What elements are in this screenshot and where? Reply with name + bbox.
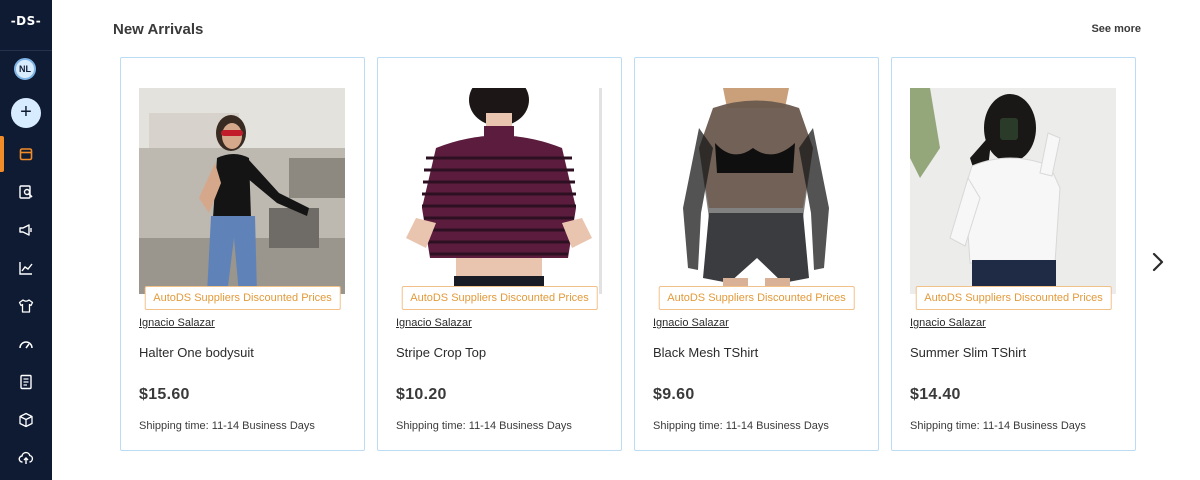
product-image[interactable] (653, 88, 859, 294)
nav-item-inventory[interactable] (0, 402, 52, 438)
search-product-icon (19, 185, 33, 199)
nav-item-orders[interactable] (0, 364, 52, 400)
product-image[interactable] (396, 88, 602, 294)
supplier-link[interactable]: Ignacio Salazar (396, 317, 472, 329)
shirt-icon (18, 299, 34, 313)
discount-badge: AutoDS Suppliers Discounted Prices (915, 286, 1112, 310)
product-name[interactable]: Summer Slim TShirt (910, 345, 1026, 360)
section-title: New Arrivals (113, 21, 204, 38)
document-icon (20, 374, 32, 390)
product-card[interactable]: AutoDS Suppliers Discounted Prices Ignac… (891, 57, 1136, 451)
nav-item-products[interactable] (0, 288, 52, 324)
supplier-link[interactable]: Ignacio Salazar (910, 317, 986, 329)
nav-item-upload[interactable] (0, 440, 52, 476)
store-icon (19, 148, 33, 161)
product-price: $9.60 (653, 386, 695, 403)
product-card[interactable]: AutoDS Suppliers Discounted Prices Ignac… (377, 57, 622, 451)
megaphone-icon (19, 224, 32, 236)
chevron-right-icon (1152, 252, 1164, 272)
discount-badge: AutoDS Suppliers Discounted Prices (401, 286, 598, 310)
discount-badge: AutoDS Suppliers Discounted Prices (144, 286, 341, 310)
product-price: $15.60 (139, 386, 190, 403)
see-more-link[interactable]: See more (1091, 23, 1141, 35)
product-image[interactable] (139, 88, 345, 294)
nav-item-analytics[interactable] (0, 250, 52, 286)
supplier-link[interactable]: Ignacio Salazar (139, 317, 215, 329)
package-icon (19, 412, 33, 428)
nav-item-store[interactable] (0, 136, 52, 172)
discount-badge: AutoDS Suppliers Discounted Prices (658, 286, 855, 310)
carousel-next-button[interactable] (1148, 250, 1168, 274)
product-name[interactable]: Stripe Crop Top (396, 345, 486, 360)
speedometer-icon (19, 341, 33, 349)
nav-item-product-search[interactable] (0, 174, 52, 210)
chart-line-icon (19, 262, 33, 275)
product-card[interactable]: AutoDS Suppliers Discounted Prices Ignac… (120, 57, 365, 451)
cloud-upload-icon (18, 451, 34, 464)
supplier-link[interactable]: Ignacio Salazar (653, 317, 729, 329)
sidebar: -DS- NL + (0, 0, 52, 480)
shipping-time: Shipping time: 11-14 Business Days (139, 420, 315, 432)
product-price: $14.40 (910, 386, 961, 403)
nav-item-marketing[interactable] (0, 212, 52, 248)
avatar[interactable]: NL (14, 58, 36, 80)
nav-item-dashboard[interactable] (0, 326, 52, 362)
add-button[interactable]: + (11, 98, 41, 128)
sidebar-divider (0, 50, 52, 51)
product-name[interactable]: Black Mesh TShirt (653, 345, 758, 360)
app-logo[interactable]: -DS- (0, 14, 52, 28)
product-image[interactable] (910, 88, 1116, 294)
product-card[interactable]: AutoDS Suppliers Discounted Prices Ignac… (634, 57, 879, 451)
product-price: $10.20 (396, 386, 447, 403)
shipping-time: Shipping time: 11-14 Business Days (910, 420, 1086, 432)
shipping-time: Shipping time: 11-14 Business Days (396, 420, 572, 432)
product-name[interactable]: Halter One bodysuit (139, 345, 254, 360)
shipping-time: Shipping time: 11-14 Business Days (653, 420, 829, 432)
